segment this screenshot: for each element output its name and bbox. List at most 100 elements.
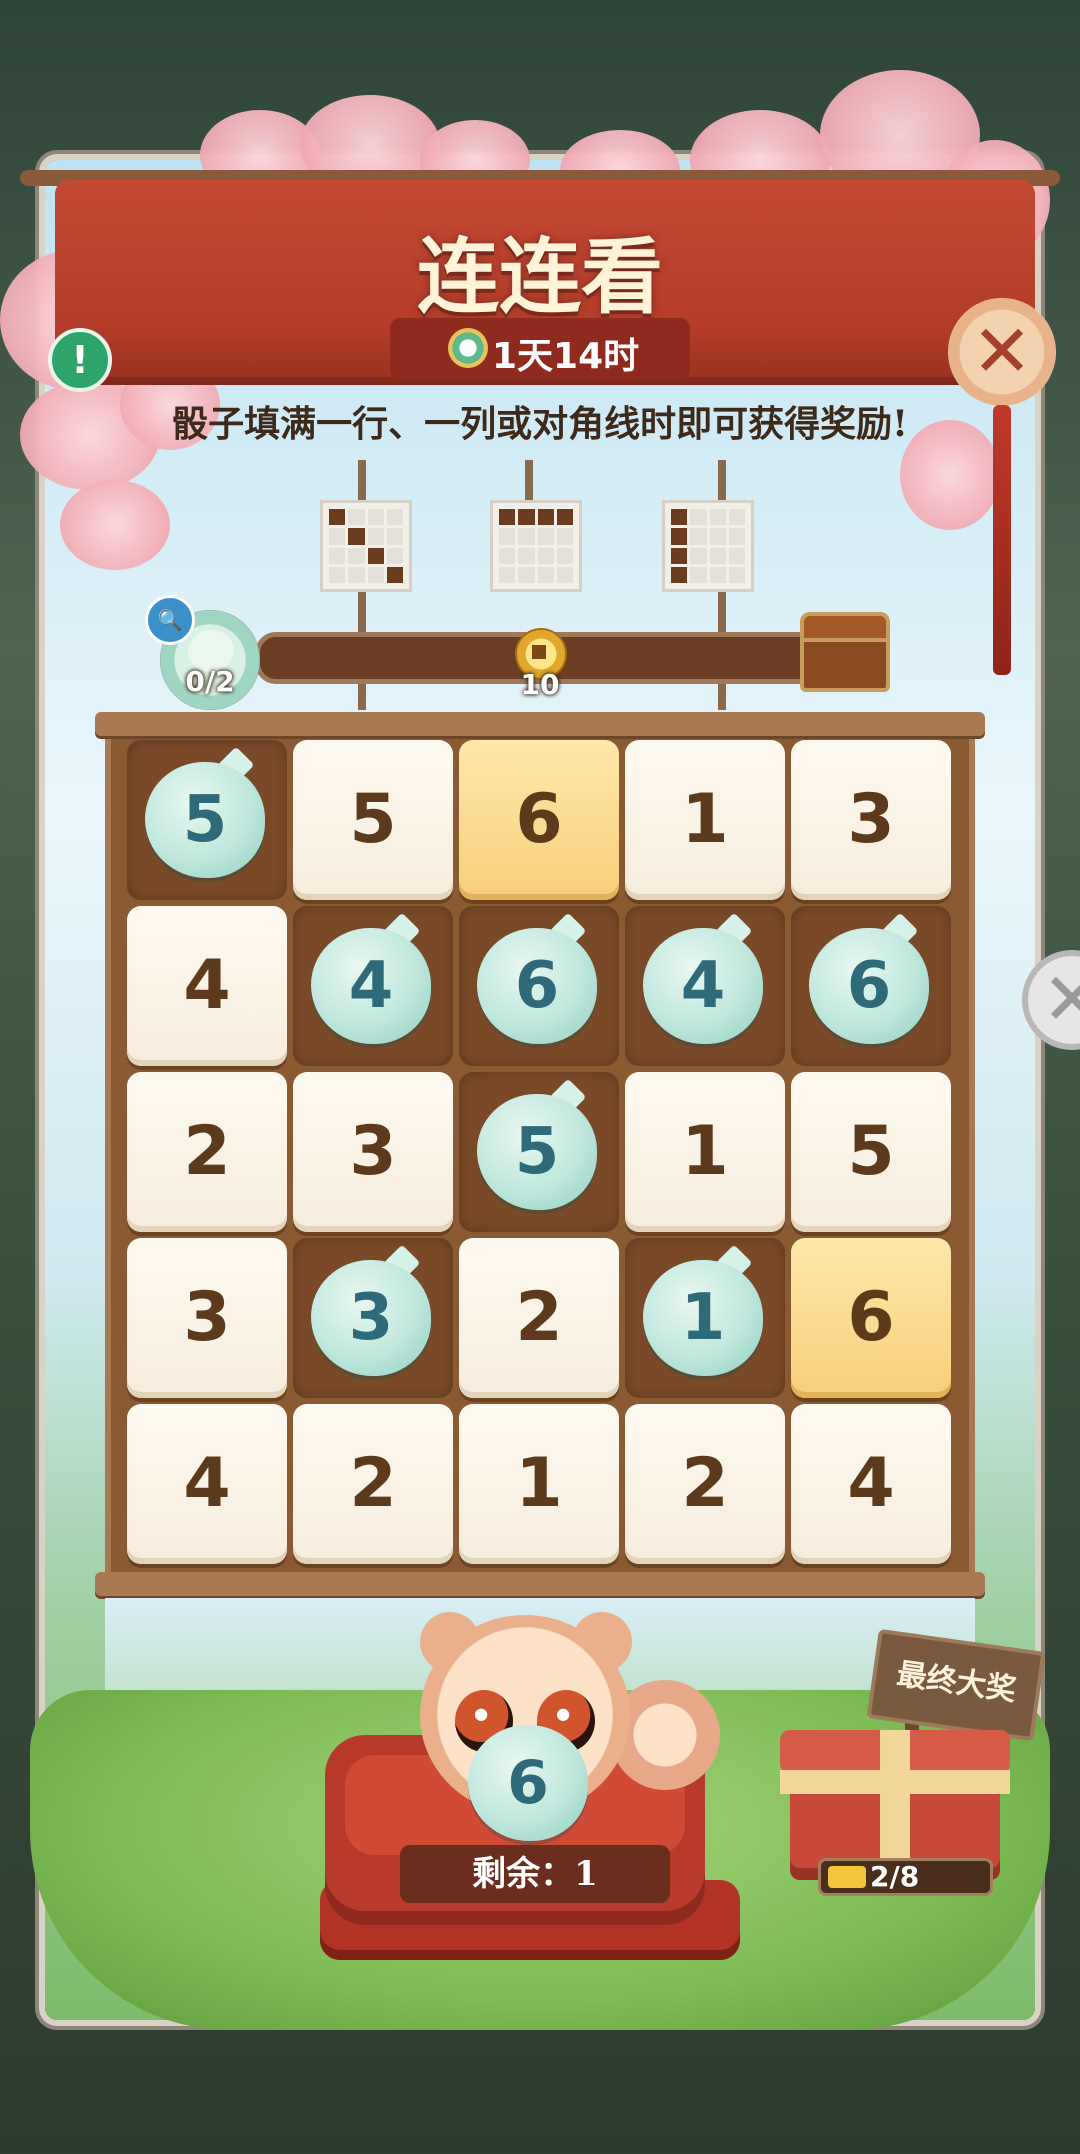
cell-value: 3 xyxy=(847,780,895,859)
dice-value: 5 xyxy=(477,1094,597,1210)
board-cell-dice[interactable]: 4 xyxy=(293,906,453,1066)
pattern-cell xyxy=(556,509,573,526)
cell-value: 4 xyxy=(847,1444,895,1523)
cell-value: 2 xyxy=(681,1444,729,1523)
pattern-cell xyxy=(499,566,516,583)
close-icon: ✕ xyxy=(971,309,1033,393)
pattern-cell xyxy=(367,547,384,564)
cell-value: 5 xyxy=(847,1112,895,1191)
board-cell[interactable]: 5 xyxy=(791,1072,951,1232)
board-cell-dice[interactable]: 6 xyxy=(459,906,619,1066)
pattern-cell xyxy=(386,566,403,583)
dice-value: 5 xyxy=(145,762,265,878)
board-cell[interactable]: 4 xyxy=(127,1404,287,1564)
board-cell-dice[interactable]: 1 xyxy=(625,1238,785,1398)
pattern-cell xyxy=(367,509,384,526)
board-cell[interactable]: 1 xyxy=(459,1404,619,1564)
board-cell-dice[interactable]: 6 xyxy=(791,906,951,1066)
board-cell[interactable]: 6 xyxy=(791,1238,951,1398)
chest-lid xyxy=(800,612,890,642)
pattern-cell xyxy=(671,566,688,583)
cell-value: 4 xyxy=(183,1444,231,1523)
search-icon: 🔍 xyxy=(157,608,183,632)
board-cell[interactable]: 3 xyxy=(293,1072,453,1232)
dice-value: 3 xyxy=(311,1260,431,1376)
board-cell[interactable]: 1 xyxy=(625,1072,785,1232)
pattern-cell xyxy=(556,528,573,545)
pattern-cell xyxy=(367,528,384,545)
board-cell[interactable]: 4 xyxy=(127,906,287,1066)
close-icon: ✕ xyxy=(1041,957,1080,1041)
board-cell-dice[interactable]: 4 xyxy=(625,906,785,1066)
held-dice[interactable]: 6 xyxy=(468,1725,588,1841)
timer-text: 1天14时 xyxy=(492,336,640,377)
pattern-cell xyxy=(537,547,554,564)
pattern-cell xyxy=(386,509,403,526)
board-bottom-rail xyxy=(95,1572,985,1596)
board-cell[interactable]: 1 xyxy=(625,740,785,900)
page-title: 连连看 xyxy=(416,229,663,325)
board-cell[interactable]: 6 xyxy=(459,740,619,900)
pattern-cell xyxy=(556,566,573,583)
board-cell[interactable]: 2 xyxy=(127,1072,287,1232)
board-cell-dice[interactable]: 3 xyxy=(293,1238,453,1398)
pattern-cell xyxy=(671,547,688,564)
pattern-cell xyxy=(690,566,707,583)
close-button[interactable]: ✕ xyxy=(948,298,1056,406)
board-cell[interactable]: 2 xyxy=(625,1404,785,1564)
pattern-cell xyxy=(690,547,707,564)
pattern-cell xyxy=(709,566,726,583)
pattern-cell xyxy=(348,528,365,545)
pattern-cell xyxy=(728,566,745,583)
pattern-cell xyxy=(709,528,726,545)
cell-value: 3 xyxy=(349,1112,397,1191)
pattern-cell xyxy=(348,509,365,526)
pattern-cell xyxy=(709,547,726,564)
board-cell[interactable]: 3 xyxy=(791,740,951,900)
pattern-cell xyxy=(537,528,554,545)
pattern-cell xyxy=(556,547,573,564)
board-cell-dice[interactable]: 5 xyxy=(459,1072,619,1232)
pattern-cell xyxy=(518,566,535,583)
pattern-cell xyxy=(329,566,346,583)
pattern-cell xyxy=(690,528,707,545)
cell-value: 2 xyxy=(183,1112,231,1191)
instruction-text: 骰子填满一行、一列或对角线时即可获得奖励! xyxy=(172,403,908,445)
cell-value: 1 xyxy=(681,780,729,859)
cell-value: 1 xyxy=(515,1444,563,1523)
remaining-count: 剩余：1 xyxy=(400,1845,670,1903)
pattern-card-diagonal xyxy=(320,500,412,592)
progress-count: 0/2 xyxy=(185,665,235,698)
pattern-cell xyxy=(386,547,403,564)
pattern-cell xyxy=(518,547,535,564)
board-cell[interactable]: 4 xyxy=(791,1404,951,1564)
pattern-cell xyxy=(728,547,745,564)
pattern-cell xyxy=(728,509,745,526)
info-button[interactable]: ! xyxy=(48,328,112,392)
dice-value: 1 xyxy=(643,1260,763,1376)
board-cell[interactable]: 3 xyxy=(127,1238,287,1398)
board-cell-dice[interactable]: 5 xyxy=(127,740,287,900)
held-dice-value: 6 xyxy=(507,1748,549,1818)
pattern-cell xyxy=(348,566,365,583)
board-top-rail xyxy=(95,712,985,736)
tassel-decoration xyxy=(993,405,1011,675)
cell-value: 2 xyxy=(515,1278,563,1357)
pattern-card-column xyxy=(662,500,754,592)
pattern-cell xyxy=(499,547,516,564)
board-cell[interactable]: 5 xyxy=(293,740,453,900)
board-cell[interactable]: 2 xyxy=(459,1238,619,1398)
board-cell[interactable]: 2 xyxy=(293,1404,453,1564)
pattern-cell xyxy=(329,528,346,545)
pattern-cell xyxy=(329,509,346,526)
pattern-cell xyxy=(499,528,516,545)
pattern-cell xyxy=(671,509,688,526)
search-button[interactable]: 🔍 xyxy=(145,595,195,645)
cell-value: 2 xyxy=(349,1444,397,1523)
dice-value: 6 xyxy=(809,928,929,1044)
cell-value: 5 xyxy=(349,780,397,859)
pattern-cell xyxy=(348,547,365,564)
pattern-cell xyxy=(537,566,554,583)
grand-prize-progress-fill xyxy=(828,1866,866,1888)
pattern-cell xyxy=(518,509,535,526)
